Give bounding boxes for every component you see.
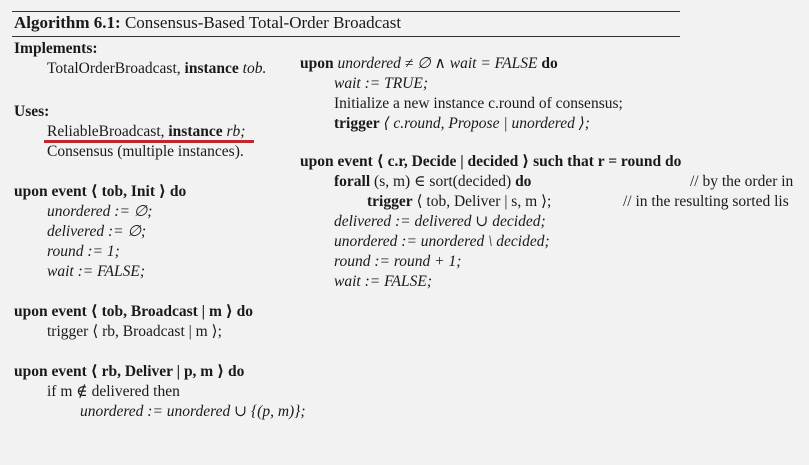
init-line-2: delivered := ∅; xyxy=(47,223,147,240)
deliver-line-1: if m ∉ delivered then xyxy=(47,383,180,400)
init-line-1: unordered := ∅; xyxy=(47,203,153,220)
decide-line-2: unordered := unordered \ decided; xyxy=(334,233,550,250)
decide-trigger-kw: trigger xyxy=(367,193,413,210)
decide-comment-2: // in the resulting sorted lis xyxy=(623,193,789,210)
implements-instance-kw: instance xyxy=(184,60,239,77)
title-label: Algorithm 6.1: xyxy=(14,13,121,32)
unordered-trigger-kw: trigger xyxy=(334,115,380,132)
implements-heading: Implements: xyxy=(14,40,98,57)
decide-forall-body: (s, m) ∈ sort(decided) xyxy=(374,173,512,190)
title-name: Consensus-Based Total-Order Broadcast xyxy=(124,13,402,32)
decide-forall-kw: forall xyxy=(334,173,371,190)
decide-trigger-body: ⟨ tob, Deliver | s, m ⟩; xyxy=(416,193,552,210)
uses-instance-kw: instance xyxy=(168,123,223,140)
unordered-handler-head: upon unordered ≠ ∅ ∧ wait = FALSE do xyxy=(300,55,558,73)
implements-line: TotalOrderBroadcast, instance tob. xyxy=(47,60,266,78)
init-line-3: round := 1; xyxy=(47,243,120,260)
implements-instance-name: tob. xyxy=(242,60,267,77)
unordered-line-1: wait := TRUE; xyxy=(334,75,428,92)
decide-handler-head: upon event ⟨ c.r, Decide | decided ⟩ suc… xyxy=(300,153,682,170)
broadcast-line-1: trigger ⟨ rb, Broadcast | m ⟩; xyxy=(47,323,222,340)
decide-line-1: delivered := delivered ∪ decided; xyxy=(334,213,546,230)
init-handler-head: upon event ⟨ tob, Init ⟩ do xyxy=(14,183,187,200)
unordered-do-kw: do xyxy=(541,55,558,72)
unordered-upon-kw: upon xyxy=(300,55,334,72)
uses-rb-module: ReliableBroadcast, xyxy=(47,123,165,140)
implements-module: TotalOrderBroadcast, xyxy=(47,60,181,77)
deliver-handler-head: upon event ⟨ rb, Deliver | p, m ⟩ do xyxy=(14,363,245,380)
uses-rb-name: rb; xyxy=(226,123,246,140)
unordered-line-2: Initialize a new instance c.round of con… xyxy=(334,95,623,112)
decide-line-4: wait := FALSE; xyxy=(334,273,433,290)
unordered-condition: unordered ≠ ∅ ∧ wait = FALSE xyxy=(337,55,538,72)
uses-heading: Uses: xyxy=(14,103,50,120)
uses-consensus: Consensus (multiple instances). xyxy=(47,143,244,160)
decide-trigger-line: trigger ⟨ tob, Deliver | s, m ⟩; xyxy=(367,193,551,211)
top-rule xyxy=(12,11,680,12)
algorithm-page: Algorithm 6.1: Consensus-Based Total-Ord… xyxy=(0,0,809,465)
unordered-line-3: trigger ⟨ c.round, Propose | unordered ⟩… xyxy=(334,115,590,133)
decide-forall-line: forall (s, m) ∈ sort(decided) do xyxy=(334,173,531,191)
decide-line-3: round := round + 1; xyxy=(334,253,462,270)
deliver-line-2: unordered := unordered ∪ {(p, m)}; xyxy=(80,403,306,420)
decide-comment-1: // by the order in xyxy=(690,173,794,190)
unordered-trigger-body: ⟨ c.round, Propose | unordered ⟩; xyxy=(383,115,590,132)
decide-forall-do: do xyxy=(515,173,532,190)
init-line-4: wait := FALSE; xyxy=(47,263,146,280)
algorithm-title: Algorithm 6.1: Consensus-Based Total-Ord… xyxy=(14,13,401,33)
uses-rb-line: ReliableBroadcast, instance rb; xyxy=(47,123,245,141)
title-rule xyxy=(12,36,680,37)
broadcast-handler-head: upon event ⟨ tob, Broadcast | m ⟩ do xyxy=(14,303,254,320)
